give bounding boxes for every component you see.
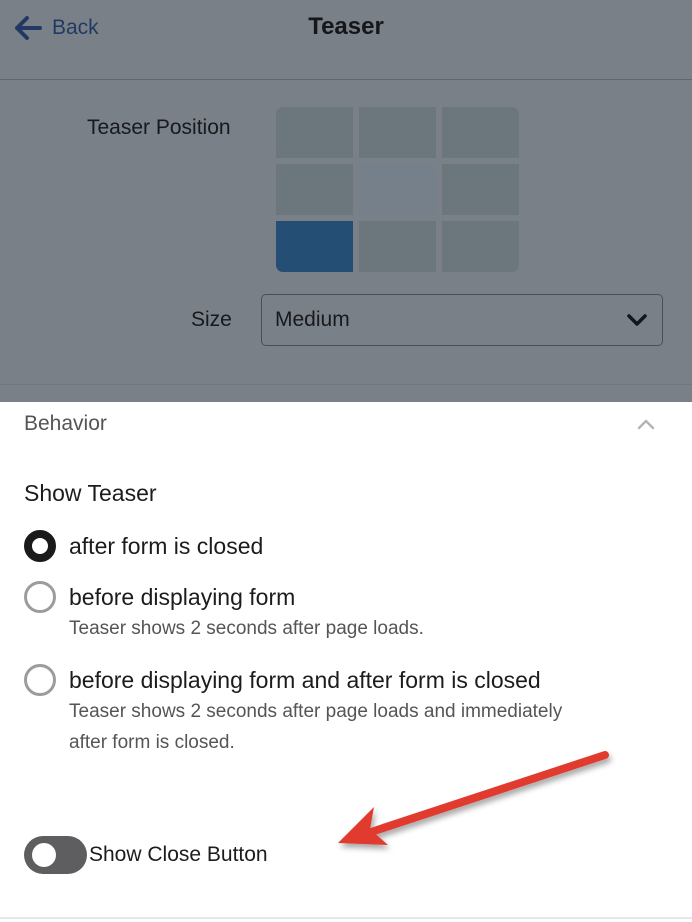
radio-label: before displaying form <box>69 584 296 610</box>
position-cell-middle-right[interactable] <box>442 164 519 215</box>
show-close-button-toggle[interactable] <box>24 836 87 874</box>
position-cell-center[interactable] <box>359 164 436 215</box>
radio-button[interactable] <box>24 664 56 696</box>
position-cell-top-left[interactable] <box>276 107 353 158</box>
radio-option-after-form-closed[interactable]: after form is closed <box>24 530 263 562</box>
radio-option-before-and-after-form[interactable]: before displaying form and after form is… <box>24 664 629 758</box>
position-cell-top-right[interactable] <box>442 107 519 158</box>
radio-button-checked[interactable] <box>24 530 56 562</box>
page-title: Teaser <box>308 13 384 40</box>
size-select[interactable]: Medium <box>261 294 663 346</box>
show-close-button-row: Show Close Button <box>24 836 268 874</box>
show-close-button-label: Show Close Button <box>89 843 268 866</box>
size-label: Size <box>191 308 232 331</box>
toggle-knob <box>32 843 56 867</box>
behavior-section-label: Behavior <box>24 412 107 435</box>
teaser-position-grid <box>276 107 519 272</box>
dimmed-overlay-region: Back Teaser Teaser Position Size Medium <box>0 0 692 402</box>
position-cell-top-center[interactable] <box>359 107 436 158</box>
radio-label: before displaying form and after form is… <box>69 667 541 693</box>
teaser-position-label: Teaser Position <box>87 116 231 139</box>
divider <box>0 384 692 385</box>
chevron-down-icon <box>627 314 647 326</box>
radio-button[interactable] <box>24 581 56 613</box>
position-cell-bottom-right[interactable] <box>442 221 519 272</box>
radio-label: after form is closed <box>69 533 264 559</box>
radio-description: Teaser shows 2 seconds after page loads. <box>69 618 424 639</box>
position-cell-middle-left[interactable] <box>276 164 353 215</box>
size-select-value: Medium <box>275 308 350 331</box>
radio-option-before-displaying-form[interactable]: before displaying form Teaser shows 2 se… <box>24 581 424 644</box>
position-cell-bottom-center[interactable] <box>359 221 436 272</box>
behavior-section-header[interactable]: Behavior <box>0 402 692 446</box>
annotation-arrow-icon <box>338 751 609 845</box>
chevron-up-icon <box>637 419 655 430</box>
position-cell-bottom-left[interactable] <box>276 221 353 272</box>
show-teaser-heading: Show Teaser <box>24 480 157 506</box>
nav-header: Back Teaser <box>0 0 692 80</box>
divider <box>0 917 692 919</box>
